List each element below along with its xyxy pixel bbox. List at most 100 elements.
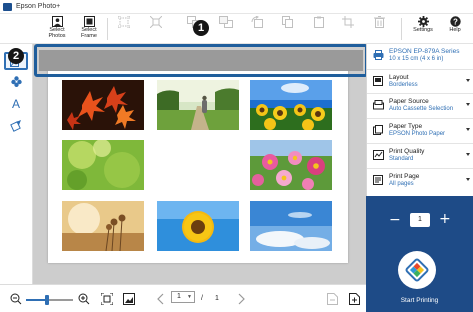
- brush-icon: [10, 120, 21, 132]
- photo-autumn-leaves[interactable]: [62, 80, 144, 130]
- photo-dry-flowers-sunset[interactable]: [62, 201, 144, 251]
- print-start-icon: [405, 258, 429, 282]
- print-settings-panel: EPSON EP-879A Series 10 x 15 cm (4 x 6 i…: [366, 44, 473, 196]
- zoom-out-icon[interactable]: [10, 293, 22, 305]
- settings-button[interactable]: Settings: [405, 15, 441, 43]
- help-button[interactable]: ? Help: [437, 15, 473, 43]
- print-quality-label: Print Quality: [389, 148, 425, 155]
- select-frame-icon: [83, 16, 95, 27]
- layout-label: Layout: [389, 74, 409, 81]
- chevron-down-icon: [466, 153, 470, 156]
- text-icon: A: [12, 97, 20, 109]
- paper-source-label: Paper Source: [389, 98, 429, 105]
- chevron-down-icon: [466, 79, 470, 82]
- brush-tool[interactable]: [4, 117, 28, 135]
- paper-type-icon: [373, 125, 383, 135]
- zoom-slider-fill: [26, 299, 47, 301]
- printer-icon: [373, 50, 384, 60]
- svg-text:?: ?: [453, 17, 458, 26]
- copy-icon: [282, 16, 293, 28]
- send-backward-icon: [219, 16, 233, 28]
- print-paper: [48, 68, 348, 263]
- callout-1: 1: [193, 20, 209, 36]
- zoom-slider-thumb[interactable]: [45, 295, 49, 305]
- chevron-down-icon: [466, 103, 470, 106]
- print-page-icon: [373, 175, 383, 185]
- fill-frame-button[interactable]: [138, 15, 174, 43]
- fit-frame-icon: [118, 16, 130, 28]
- print-page-value: All pages: [389, 181, 414, 187]
- paper-source-value: Auto Cassette Selection: [389, 106, 454, 112]
- layout-icon: [373, 76, 383, 86]
- stamp-tool[interactable]: [4, 72, 28, 90]
- chevron-down-icon: [466, 178, 470, 181]
- page-total: 1: [215, 295, 219, 302]
- select-photos-icon: [51, 16, 63, 27]
- photo-cosmos-flowers[interactable]: [250, 140, 332, 190]
- decrease-copies-button[interactable]: −: [389, 213, 401, 227]
- rotate-icon: [251, 16, 263, 28]
- photo-sunflower-closeup[interactable]: [157, 201, 239, 251]
- printer-selector[interactable]: EPSON EP-879A Series 10 x 15 cm (4 x 6 i…: [367, 44, 473, 70]
- setting-layout[interactable]: Layout Borderless: [367, 70, 473, 94]
- paper-type-label: Paper Type: [389, 123, 423, 130]
- increase-copies-button[interactable]: +: [439, 212, 451, 226]
- print-page-label: Print Page: [389, 173, 420, 180]
- callout-2: 2: [8, 48, 24, 64]
- setting-paper-source[interactable]: Paper Source Auto Cassette Selection: [367, 94, 473, 119]
- delete-button[interactable]: [361, 15, 397, 43]
- layout-value: Borderless: [389, 82, 418, 88]
- photo-blue-sky[interactable]: [250, 201, 332, 251]
- trash-icon: [373, 16, 385, 28]
- setting-print-page[interactable]: Print Page All pages: [367, 169, 473, 196]
- prev-page-icon[interactable]: [157, 293, 165, 305]
- window-title: Epson Photo+: [16, 3, 61, 10]
- photo-sunflower-field[interactable]: [250, 80, 332, 130]
- next-page-icon[interactable]: [237, 293, 245, 305]
- printer-model: EPSON EP-879A Series: [389, 48, 460, 55]
- svg-text:A: A: [12, 97, 20, 109]
- fill-frame-icon: [150, 16, 162, 28]
- add-page-icon[interactable]: [349, 293, 360, 305]
- setting-paper-type[interactable]: Paper Type EPSON Photo Paper: [367, 119, 473, 144]
- start-printing-label: Start Printing: [400, 297, 439, 304]
- photo-walking-path[interactable]: [157, 80, 239, 130]
- stamp-icon: [10, 75, 22, 87]
- setting-print-quality[interactable]: Print Quality Standard: [367, 144, 473, 169]
- crop-icon: [342, 16, 354, 28]
- zoom-in-icon[interactable]: [78, 293, 90, 305]
- chevron-down-icon: [466, 128, 470, 131]
- paper-type-value: EPSON Photo Paper: [389, 131, 446, 137]
- preview-icon[interactable]: [123, 293, 135, 305]
- photo-green-bokeh[interactable]: [62, 140, 144, 190]
- collapsed-panel-band[interactable]: [39, 50, 363, 71]
- select-frame-label-2: Frame: [81, 33, 97, 39]
- gear-icon: [417, 16, 429, 27]
- toolbar: Select Photos Select Frame Settings ? He…: [0, 14, 473, 44]
- left-tool-bar: A: [0, 44, 33, 284]
- select-photos-button[interactable]: Select Photos: [39, 15, 75, 43]
- app-icon: [3, 3, 12, 11]
- page-separator: /: [201, 295, 203, 302]
- paper-size: 10 x 15 cm (4 x 6 in): [389, 56, 444, 62]
- page-dropdown-icon: ▼: [187, 294, 192, 300]
- fit-to-window-icon[interactable]: [101, 293, 113, 305]
- page-number-input[interactable]: 1 ▼: [171, 291, 195, 303]
- select-photos-label-2: Photos: [48, 33, 66, 39]
- fit-frame-button[interactable]: [106, 15, 142, 43]
- highlighted-area: [34, 44, 368, 77]
- paste-icon: [314, 16, 324, 28]
- toolbar-divider-2: [401, 18, 402, 40]
- title-bar: Epson Photo+: [0, 0, 473, 14]
- help-icon: ?: [449, 16, 461, 27]
- select-frame-button[interactable]: Select Frame: [71, 15, 107, 43]
- start-printing-button[interactable]: [398, 251, 436, 289]
- copies-input[interactable]: 1: [410, 213, 430, 227]
- settings-label: Settings: [413, 27, 433, 33]
- page-current: 1: [177, 293, 181, 300]
- print-quality-icon: [373, 150, 384, 160]
- print-quality-value: Standard: [389, 156, 414, 162]
- paper-source-icon: [373, 100, 384, 110]
- delete-page-icon[interactable]: [327, 293, 338, 305]
- text-tool[interactable]: A: [4, 94, 28, 112]
